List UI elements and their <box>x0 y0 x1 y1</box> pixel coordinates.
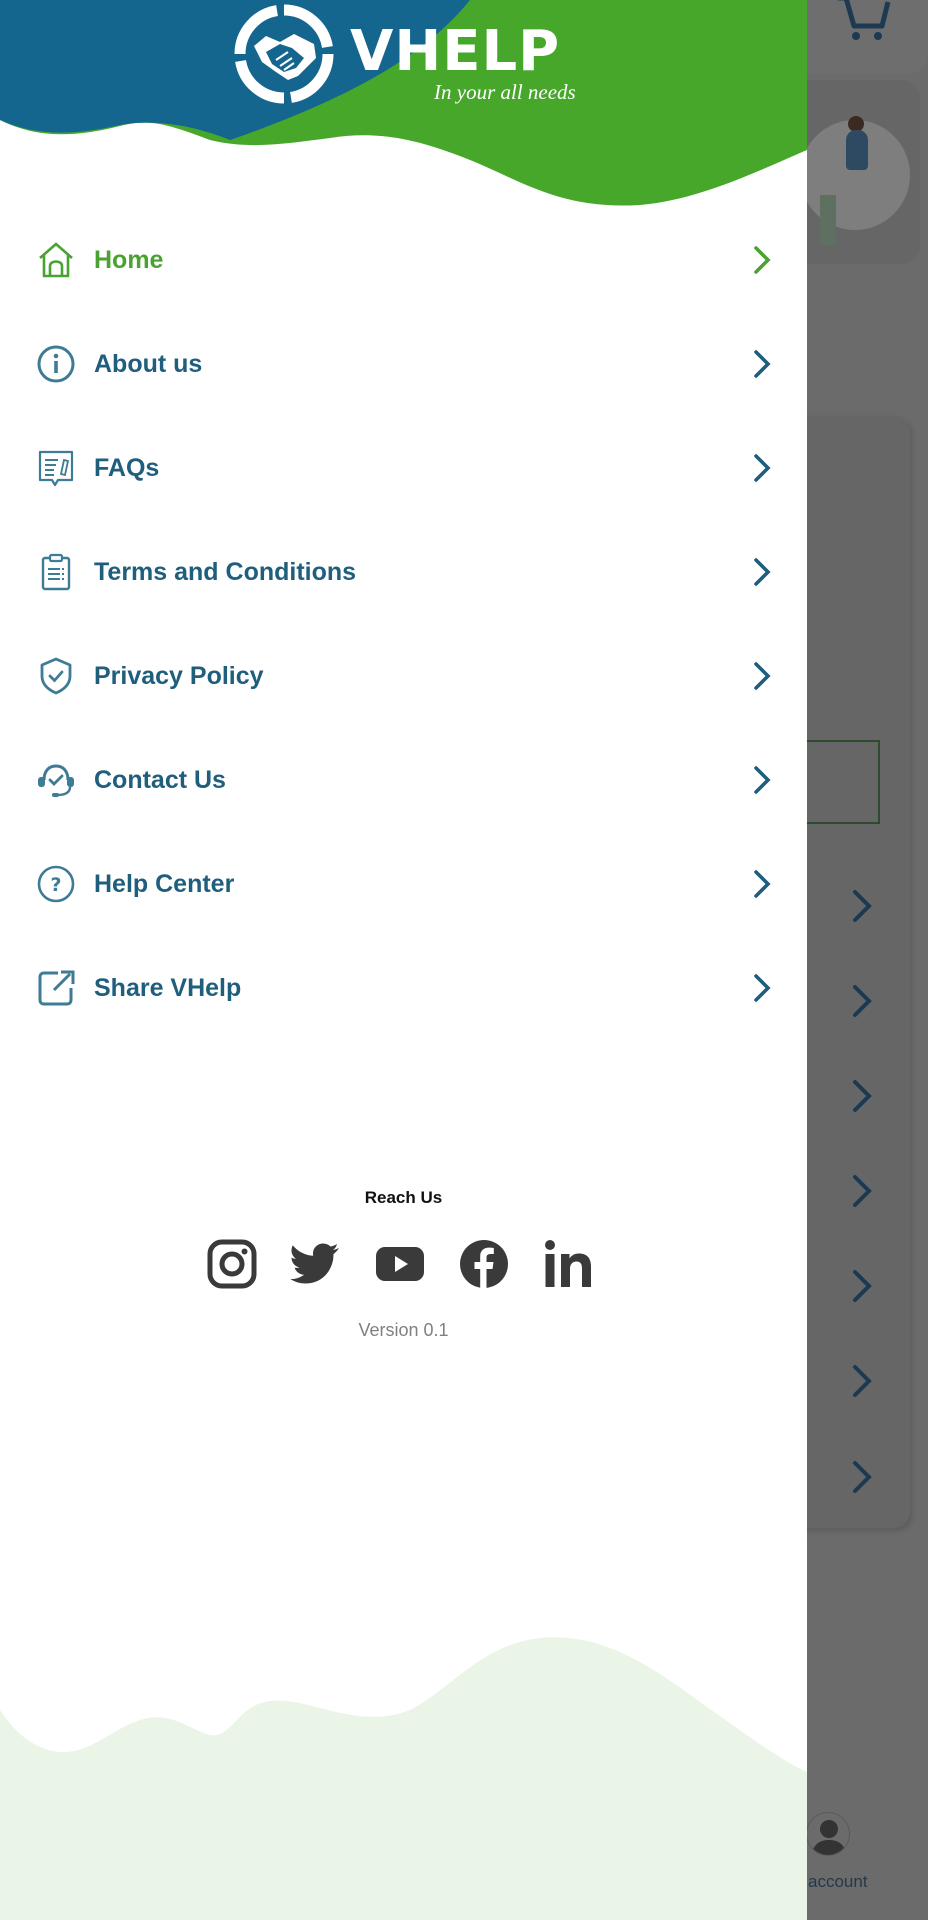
headset-icon <box>34 758 78 802</box>
menu-item-label: Terms and Conditions <box>94 557 357 586</box>
clipboard-icon <box>34 550 78 594</box>
handshake-logo-icon <box>234 4 334 104</box>
logo-wordmark: VHELP <box>350 19 561 84</box>
chevron-right-icon <box>853 985 872 1017</box>
chevron-right-icon <box>853 1080 872 1112</box>
chevron-right-icon <box>754 766 771 794</box>
facebook-icon <box>460 1240 508 1288</box>
reach-us-heading: Reach Us <box>364 1188 443 1207</box>
shield-check-icon <box>34 654 78 698</box>
twitter-icon <box>291 1243 339 1284</box>
vhelp-logo: VHELP In your all needs <box>232 2 580 112</box>
chevron-right-icon <box>853 1365 872 1397</box>
menu-item-share-vhelp[interactable]: Share VHelp <box>0 948 807 1028</box>
chevron-right-icon <box>853 890 872 922</box>
youtube-link[interactable] <box>374 1238 426 1290</box>
menu-item-help-center[interactable]: ? Help Center <box>0 844 807 924</box>
menu-item-faqs[interactable]: FAQs <box>0 428 807 508</box>
share-external-icon <box>34 966 78 1010</box>
twitter-link[interactable] <box>290 1238 342 1290</box>
menu-item-contact-us[interactable]: Contact Us <box>0 740 807 820</box>
chevron-right-icon <box>754 454 771 482</box>
chevron-right-icon <box>853 1461 872 1493</box>
instagram-link[interactable] <box>206 1238 258 1290</box>
menu-item-terms-and-conditions[interactable]: Terms and Conditions <box>0 532 807 612</box>
faq-note-icon <box>34 446 78 490</box>
home-icon <box>34 238 78 282</box>
menu-item-label: Share VHelp <box>94 973 242 1002</box>
info-icon <box>34 342 78 386</box>
chevron-right-icon <box>853 1175 872 1207</box>
linkedin-icon <box>545 1240 591 1287</box>
app-version-label: Version 0.1 <box>358 1320 449 1340</box>
background-banner-image <box>790 80 920 264</box>
instagram-icon <box>207 1239 257 1289</box>
chevron-right-icon <box>754 350 771 378</box>
drawer-footer-wave <box>0 1637 807 1920</box>
menu-item-privacy-policy[interactable]: Privacy Policy <box>0 636 807 716</box>
linkedin-link[interactable] <box>542 1238 594 1290</box>
menu-item-label: Privacy Policy <box>94 661 264 690</box>
youtube-icon <box>376 1247 424 1281</box>
menu-item-label: About us <box>94 349 203 378</box>
account-avatar-icon <box>806 1812 850 1856</box>
chevron-right-icon <box>754 870 771 898</box>
facebook-link[interactable] <box>458 1238 510 1290</box>
svg-text:?: ? <box>50 874 61 896</box>
navigation-drawer: VHELP In your all needs Home About us FA… <box>0 0 807 1920</box>
menu-item-label: Contact Us <box>94 765 226 794</box>
menu-item-home[interactable]: Home <box>0 220 807 300</box>
chevron-right-icon <box>754 974 771 1002</box>
background-card <box>790 416 910 1528</box>
menu-item-label: FAQs <box>94 453 160 482</box>
menu-item-label: Help Center <box>94 869 235 898</box>
logo-tagline: In your all needs <box>434 80 576 104</box>
chevron-right-icon <box>754 662 771 690</box>
bottom-nav-account-label: account <box>808 1872 868 1891</box>
question-circle-icon: ? <box>34 862 78 906</box>
chevron-right-icon <box>754 246 771 274</box>
cart-icon <box>838 0 891 40</box>
chevron-right-icon <box>853 1270 872 1302</box>
social-links <box>206 1238 606 1294</box>
menu-item-about-us[interactable]: About us <box>0 324 807 404</box>
chevron-right-icon <box>754 558 771 586</box>
menu-item-label: Home <box>94 245 164 274</box>
